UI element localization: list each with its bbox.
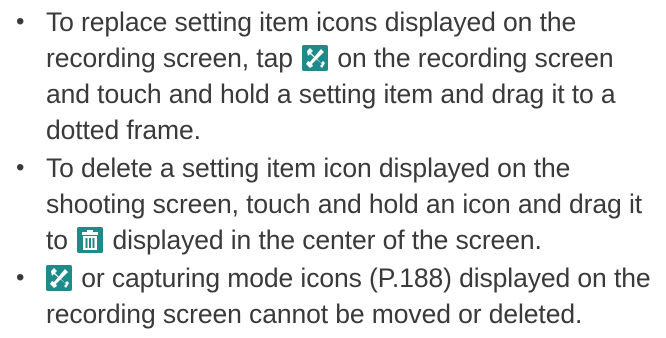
list-item: • To delete a setting item icon displaye… [8,150,660,258]
settings-tools-icon [46,265,72,291]
list-item: • or capturing mode icons (P.188) displa… [8,260,660,332]
bullet-symbol: • [16,8,25,35]
list-item: • To replace setting item icons displaye… [8,4,660,148]
bullet-symbol: • [16,154,25,181]
settings-tools-icon [302,45,329,71]
bullet-text-part: or capturing mode icons (P.188) displaye… [46,263,651,329]
bullet-symbol: • [16,264,25,291]
bullet-list: • To replace setting item icons displaye… [8,4,660,334]
trash-icon [77,227,104,253]
bullet-text-part: displayed in the center of the screen. [112,225,542,255]
document-page: • To replace setting item icons displaye… [0,0,666,338]
